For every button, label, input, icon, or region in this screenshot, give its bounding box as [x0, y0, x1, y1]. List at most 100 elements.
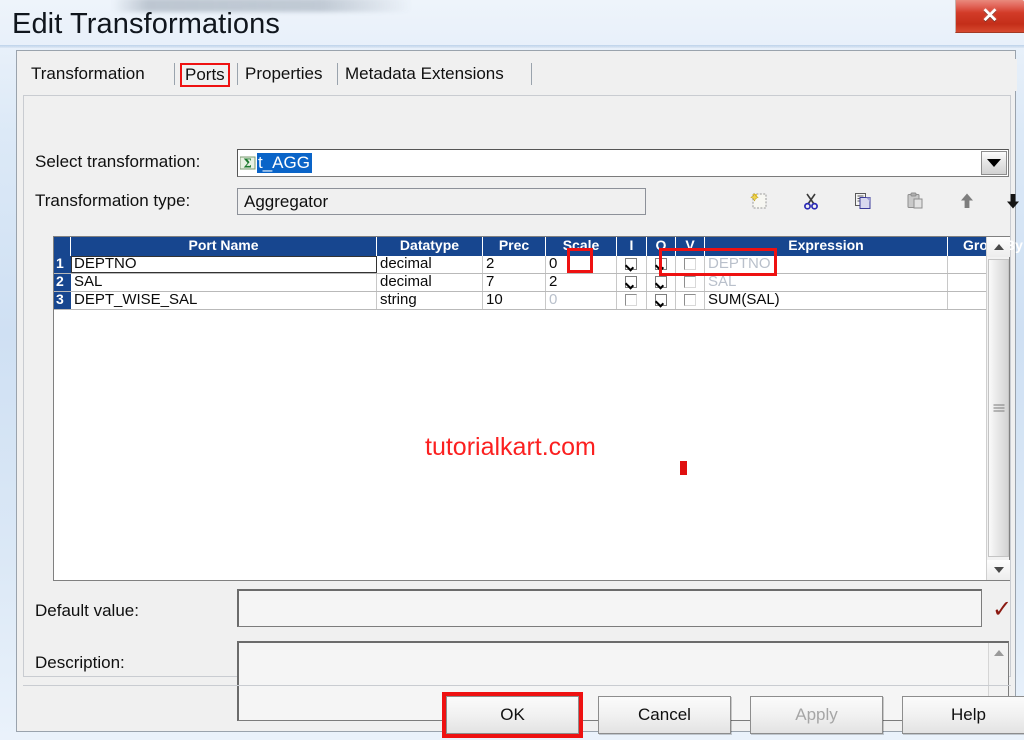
ports-panel: Select transformation: Σ t_AGG Transform…: [23, 95, 1011, 677]
variable-checkbox[interactable]: [684, 294, 696, 306]
table-row[interactable]: 2 SAL decimal 7 2 SAL: [54, 274, 986, 292]
cell-datatype[interactable]: string: [377, 292, 483, 309]
move-up-button[interactable]: [950, 186, 984, 216]
row-number: 1: [54, 256, 71, 273]
svg-text:Σ: Σ: [243, 157, 251, 171]
watermark-mark: [680, 461, 687, 475]
tab-strip: Transformation Ports Properties Metadata…: [17, 59, 1017, 91]
move-down-button[interactable]: [996, 186, 1024, 216]
tab-divider: [531, 63, 532, 85]
scroll-down-button[interactable]: [987, 560, 1010, 580]
chevron-up-icon: [994, 650, 1004, 656]
column-header-rownum: [54, 237, 71, 256]
column-header-expression[interactable]: Expression: [705, 237, 948, 256]
cell-output[interactable]: [647, 292, 676, 309]
variable-checkbox[interactable]: [684, 276, 696, 288]
cell-input[interactable]: [617, 256, 647, 273]
cut-button[interactable]: [794, 186, 828, 216]
tab-divider: [237, 63, 238, 85]
cell-output[interactable]: [647, 256, 676, 273]
grip-icon: [993, 405, 1004, 412]
tab-divider: [337, 63, 338, 85]
cell-expression[interactable]: SUM(SAL): [705, 292, 948, 309]
select-transformation-label: Select transformation:: [35, 152, 200, 172]
cell-variable[interactable]: [676, 292, 705, 309]
cell-port-name[interactable]: DEPT_WISE_SAL: [71, 292, 377, 309]
scrollbar-thumb[interactable]: [988, 259, 1009, 557]
output-checkbox[interactable]: [655, 258, 667, 270]
cell-prec[interactable]: 10: [483, 292, 546, 309]
edit-transformations-dialog: Edit Transformations ✕ Transformation Po…: [0, 0, 1024, 740]
ok-button[interactable]: OK: [446, 696, 579, 734]
validate-check-icon[interactable]: ✓: [992, 598, 1012, 622]
cell-expression[interactable]: SAL: [705, 274, 948, 291]
description-label: Description:: [35, 653, 125, 673]
cell-input[interactable]: [617, 292, 647, 309]
ports-grid[interactable]: Port Name Datatype Prec Scale I O V Expr…: [53, 236, 1010, 581]
select-transformation-combo[interactable]: Σ t_AGG: [237, 149, 1009, 177]
paste-button[interactable]: [898, 186, 932, 216]
title-divider: [0, 45, 1024, 48]
arrow-up-icon: [957, 191, 977, 211]
column-header-prec[interactable]: Prec: [483, 237, 546, 256]
chevron-down-icon[interactable]: [981, 151, 1007, 175]
cell-variable[interactable]: [676, 274, 705, 291]
tab-metadata-extensions[interactable]: Metadata Extensions: [343, 63, 506, 85]
cell-scale[interactable]: 0: [546, 256, 617, 273]
cell-datatype[interactable]: decimal: [377, 256, 483, 273]
close-button[interactable]: ✕: [955, 0, 1024, 33]
column-header-variable[interactable]: V: [676, 237, 705, 256]
scissors-icon: [801, 191, 821, 211]
copy-button[interactable]: [846, 186, 880, 216]
chevron-up-icon: [994, 244, 1004, 250]
tab-ports[interactable]: Ports: [180, 63, 230, 87]
row-number: 3: [54, 292, 71, 309]
copy-icon: [853, 191, 873, 211]
variable-checkbox[interactable]: [684, 258, 696, 270]
column-header-input[interactable]: I: [617, 237, 647, 256]
input-checkbox[interactable]: [625, 276, 637, 288]
add-port-button[interactable]: [742, 186, 776, 216]
table-row[interactable]: 3 DEPT_WISE_SAL string 10 0 SUM(SAL): [54, 292, 986, 310]
cell-expression[interactable]: DEPTNO: [705, 256, 948, 273]
tab-transformation[interactable]: Transformation: [29, 63, 147, 85]
column-header-scale[interactable]: Scale: [546, 237, 617, 256]
cell-scale[interactable]: 2: [546, 274, 617, 291]
tab-properties[interactable]: Properties: [243, 63, 324, 85]
cancel-button[interactable]: Cancel: [598, 696, 731, 734]
arrow-down-icon: [1003, 191, 1023, 211]
cell-scale[interactable]: 0: [546, 292, 617, 309]
column-header-output[interactable]: O: [647, 237, 676, 256]
column-header-port-name[interactable]: Port Name: [71, 237, 377, 256]
cell-prec[interactable]: 2: [483, 256, 546, 273]
column-header-datatype[interactable]: Datatype: [377, 237, 483, 256]
paste-icon: [905, 191, 925, 211]
cell-port-name[interactable]: SAL: [71, 274, 377, 291]
ports-toolbar: [724, 186, 1010, 218]
transformation-type-value: Aggregator: [244, 192, 328, 212]
description-scroll-up-button[interactable]: [989, 644, 1008, 662]
cell-prec[interactable]: 7: [483, 274, 546, 291]
default-value-label: Default value:: [35, 601, 139, 621]
cell-port-name[interactable]: DEPTNO: [71, 256, 377, 273]
output-checkbox[interactable]: [655, 276, 667, 288]
cell-input[interactable]: [617, 274, 647, 291]
dialog-body: Transformation Ports Properties Metadata…: [16, 50, 1016, 732]
grid-vertical-scrollbar[interactable]: [986, 237, 1009, 580]
help-button[interactable]: Help: [902, 696, 1024, 734]
apply-button: Apply: [750, 696, 883, 734]
close-icon: ✕: [982, 6, 999, 26]
cell-output[interactable]: [647, 274, 676, 291]
select-transformation-value: t_AGG: [257, 153, 312, 173]
input-checkbox[interactable]: [625, 258, 637, 270]
scroll-up-button[interactable]: [987, 237, 1010, 257]
table-row[interactable]: 1 DEPTNO decimal 2 0 DEPTNO: [54, 256, 986, 274]
output-checkbox[interactable]: [655, 294, 667, 306]
page-title: Edit Transformations: [12, 8, 280, 41]
cell-datatype[interactable]: decimal: [377, 274, 483, 291]
transformation-type-value-box: Aggregator: [237, 188, 646, 215]
default-value-input[interactable]: [237, 589, 982, 627]
cell-variable[interactable]: [676, 256, 705, 273]
input-checkbox[interactable]: [625, 294, 637, 306]
tab-divider: [174, 63, 175, 85]
